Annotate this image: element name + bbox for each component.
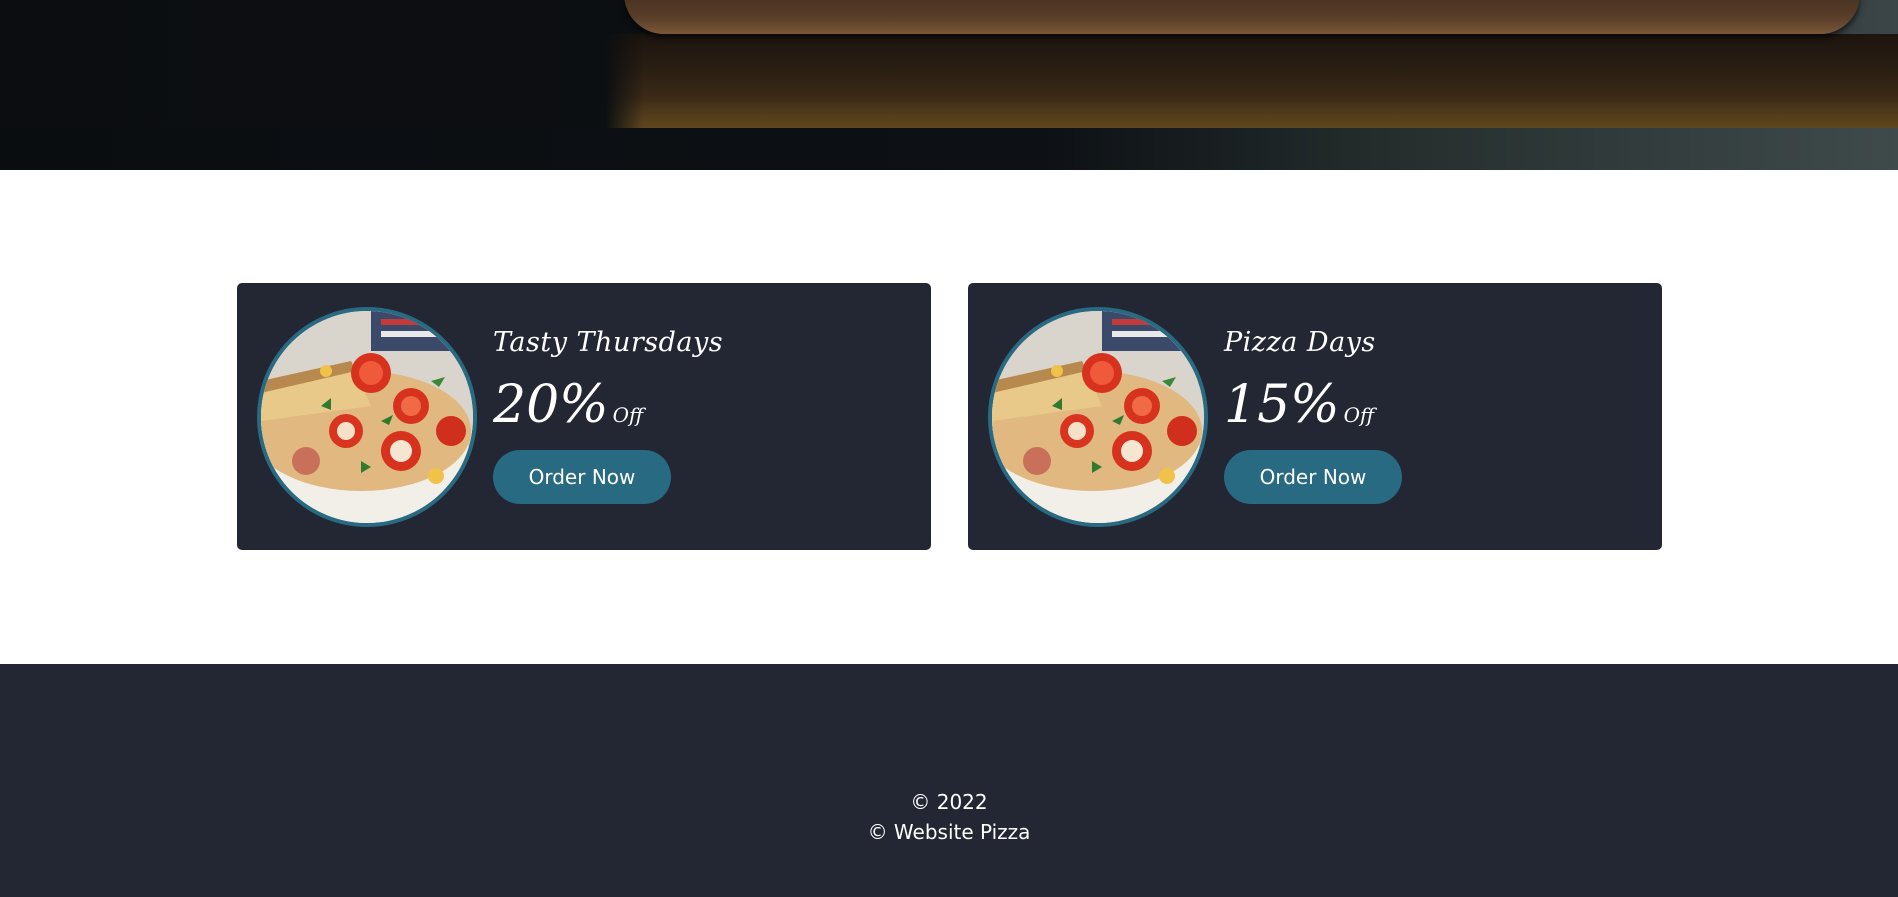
offer-title: Tasty Thursdays — [493, 327, 724, 358]
offer-discount: 15% Off — [1224, 375, 1374, 435]
offer-title: Pizza Days — [1224, 327, 1376, 358]
hero-pizza-board — [624, 0, 1860, 34]
footer-copyright-site: © Website Pizza — [867, 820, 1031, 844]
site-footer: © 2022 © Website Pizza — [0, 664, 1898, 897]
offer-discount: 20% Off — [493, 375, 643, 435]
hero-bottom-strip — [0, 128, 1898, 170]
offer-card-tasty-thursdays: Tasty Thursdays 20% Off Order Now — [237, 283, 931, 550]
offer-pizza-image — [257, 307, 477, 527]
offer-pizza-image — [988, 307, 1208, 527]
order-now-button[interactable]: Order Now — [1224, 450, 1402, 504]
offer-card-pizza-days: Pizza Days 15% Off Order Now — [968, 283, 1662, 550]
hero-table-surface — [605, 34, 1898, 128]
offer-off-label: Off — [612, 403, 644, 427]
footer-copyright-year: © 2022 — [910, 790, 988, 814]
offer-percent: 15% — [1224, 375, 1340, 435]
offer-off-label: Off — [1343, 403, 1375, 427]
order-now-button[interactable]: Order Now — [493, 450, 671, 504]
offer-percent: 20% — [493, 375, 609, 435]
offers-section: Tasty Thursdays 20% Off Order Now Pizza … — [0, 170, 1898, 664]
hero-banner-image — [0, 0, 1898, 170]
